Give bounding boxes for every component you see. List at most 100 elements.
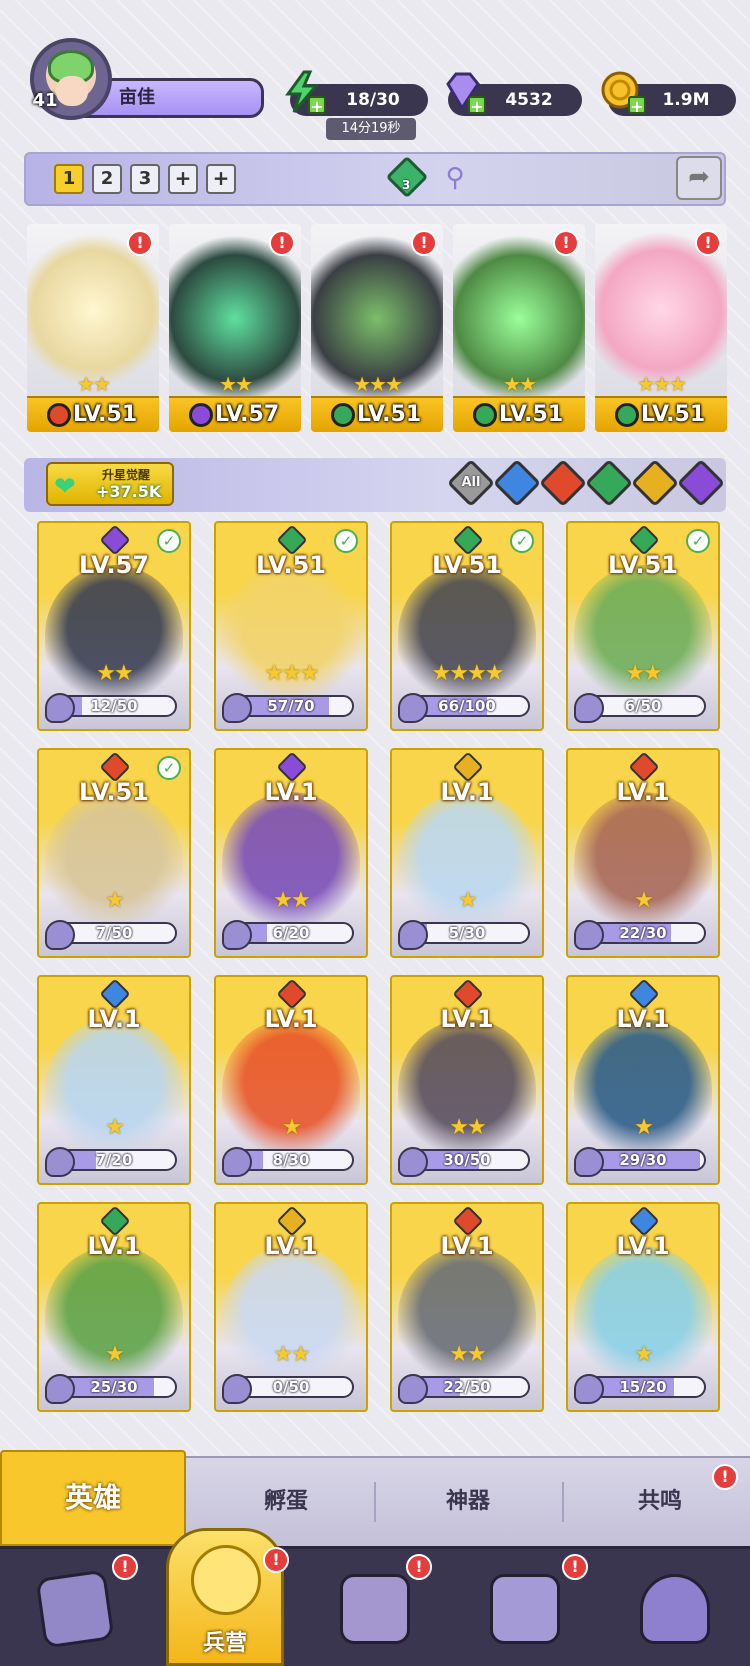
hero-card[interactable]: LV.1 ★ 15/20	[566, 1202, 720, 1412]
filter-all-label: All	[461, 475, 481, 490]
hero-card[interactable]: ✓ LV.51 ★★ 6/50	[566, 521, 720, 731]
hero-stars: ★★	[219, 372, 253, 396]
hero-level: LV.1	[264, 778, 318, 806]
team-tab-add-1[interactable]: +	[168, 164, 198, 194]
hero-level: LV.1	[440, 1005, 494, 1033]
hero-level-bar: LV.51	[27, 396, 159, 432]
hero-stars: ★	[458, 888, 478, 913]
hero-stars: ★★	[449, 1342, 486, 1367]
awaken-label: 升星觉醒	[102, 468, 151, 482]
add-coins-icon[interactable]: +	[628, 96, 646, 116]
alert-icon: !	[406, 1554, 432, 1580]
tab-artifact[interactable]: 神器	[388, 1482, 548, 1522]
team-slot-1[interactable]: ! ★★ LV.51	[27, 224, 159, 432]
nav-cards[interactable]: !	[20, 1554, 138, 1656]
team-slot-2[interactable]: ! ★★ LV.57	[169, 224, 301, 432]
map-icon	[340, 1574, 410, 1644]
hero-level: LV.57	[215, 402, 280, 427]
team-slot-4[interactable]: ! ★★ LV.51	[453, 224, 585, 432]
shard-icon	[222, 1374, 252, 1404]
hero-level: LV.51	[499, 402, 564, 427]
hero-card[interactable]: LV.1 ★★ 0/50	[214, 1202, 368, 1412]
guild-icon	[640, 1574, 710, 1644]
share-icon[interactable]: ➦	[676, 156, 722, 200]
awaken-button[interactable]: ❤ 升星觉醒 +37.5K	[46, 462, 174, 506]
hero-level: LV.51	[608, 551, 678, 579]
hero-card[interactable]: LV.1 ★ 8/30	[214, 975, 368, 1185]
alert-icon: !	[695, 230, 721, 256]
team-tab-2[interactable]: 2	[92, 164, 122, 194]
hero-level: LV.51	[357, 402, 422, 427]
add-gems-icon[interactable]: +	[468, 96, 486, 116]
hero-level: LV.1	[440, 1232, 494, 1260]
hero-card[interactable]: LV.1 ★ 5/30	[390, 748, 544, 958]
shard-icon	[574, 920, 604, 950]
add-energy-icon[interactable]: +	[308, 96, 326, 116]
hero-card[interactable]: LV.1 ★★ 22/50	[390, 1202, 544, 1412]
energy-icon[interactable]: +	[280, 70, 326, 116]
hero-stars: ★	[634, 1115, 654, 1140]
nature-element-icon	[473, 403, 497, 427]
gem-icon[interactable]: +	[440, 70, 486, 116]
hero-card[interactable]: ✓ LV.57 ★★ 12/50	[37, 521, 191, 731]
in-team-check-icon: ✓	[157, 529, 181, 553]
hero-stars: ★★★	[264, 661, 319, 686]
hero-stars: ★★	[77, 372, 111, 396]
hero-level: LV.57	[79, 551, 149, 579]
shard-icon	[398, 1147, 428, 1177]
hero-card[interactable]: LV.1 ★ 25/30	[37, 1202, 191, 1412]
nav-barracks[interactable]: ! 兵营	[166, 1528, 289, 1666]
coin-icon[interactable]: +	[600, 70, 646, 116]
nav-guild[interactable]	[620, 1560, 730, 1656]
hero-stars: ★★★	[353, 372, 403, 396]
hero-stars: ★★	[273, 1342, 310, 1367]
team-tab-add-2[interactable]: +	[206, 164, 236, 194]
fire-element-icon	[47, 403, 71, 427]
hero-card[interactable]: LV.1 ★ 29/30	[566, 975, 720, 1185]
hero-level: LV.51	[432, 551, 502, 579]
hero-stars: ★	[282, 1115, 302, 1140]
nav-temple[interactable]: !	[470, 1554, 588, 1656]
team-tab-1[interactable]: 1	[54, 164, 84, 194]
nature-element-icon	[615, 403, 639, 427]
energy-timer: 14分19秒	[326, 118, 416, 140]
tab-divider	[562, 1482, 564, 1522]
team-slot-3[interactable]: ! ★★★ LV.51	[311, 224, 443, 432]
tab-hero[interactable]: 英雄	[0, 1450, 186, 1546]
shard-icon	[574, 693, 604, 723]
hero-card[interactable]: LV.1 ★★ 6/20	[214, 748, 368, 958]
hero-stars: ★	[634, 1342, 654, 1367]
in-team-check-icon: ✓	[510, 529, 534, 553]
team-tab-3[interactable]: 3	[130, 164, 160, 194]
player-level: 41	[32, 90, 58, 111]
in-team-check-icon: ✓	[157, 756, 181, 780]
shard-icon	[574, 1374, 604, 1404]
alert-icon: !	[127, 230, 153, 256]
hero-level-bar: LV.51	[453, 396, 585, 432]
hero-card[interactable]: ✓ LV.51 ★ 7/50	[37, 748, 191, 958]
hero-card[interactable]: LV.1 ★ 7/20	[37, 975, 191, 1185]
hero-stars: ★★	[625, 661, 662, 686]
tab-hatch[interactable]: 孵蛋	[206, 1482, 366, 1522]
hero-level: LV.1	[616, 1005, 670, 1033]
shard-icon	[398, 920, 428, 950]
search-icon[interactable]: ⚲	[440, 164, 470, 194]
hero-stars: ★★	[96, 661, 133, 686]
hero-level: LV.51	[641, 402, 706, 427]
hero-level: LV.1	[616, 1232, 670, 1260]
hero-card[interactable]: LV.1 ★★ 30/50	[390, 975, 544, 1185]
in-team-check-icon: ✓	[686, 529, 710, 553]
nav-map[interactable]: !	[320, 1554, 432, 1656]
hero-card[interactable]: ✓ LV.51 ★★★ 57/70	[214, 521, 368, 731]
cards-icon	[35, 1569, 115, 1649]
hero-card[interactable]: LV.1 ★ 22/30	[566, 748, 720, 958]
awaken-value: +37.5K	[96, 482, 162, 501]
tab-resonance[interactable]: 共鸣	[580, 1482, 740, 1522]
tab-divider	[374, 1482, 376, 1522]
team-element-count: 3	[402, 178, 411, 192]
hero-stars: ★	[105, 888, 125, 913]
shard-icon	[398, 1374, 428, 1404]
hero-level: LV.1	[264, 1232, 318, 1260]
hero-card[interactable]: ✓ LV.51 ★★★★ 66/100	[390, 521, 544, 731]
team-slot-5[interactable]: ! ★★★ LV.51	[595, 224, 727, 432]
